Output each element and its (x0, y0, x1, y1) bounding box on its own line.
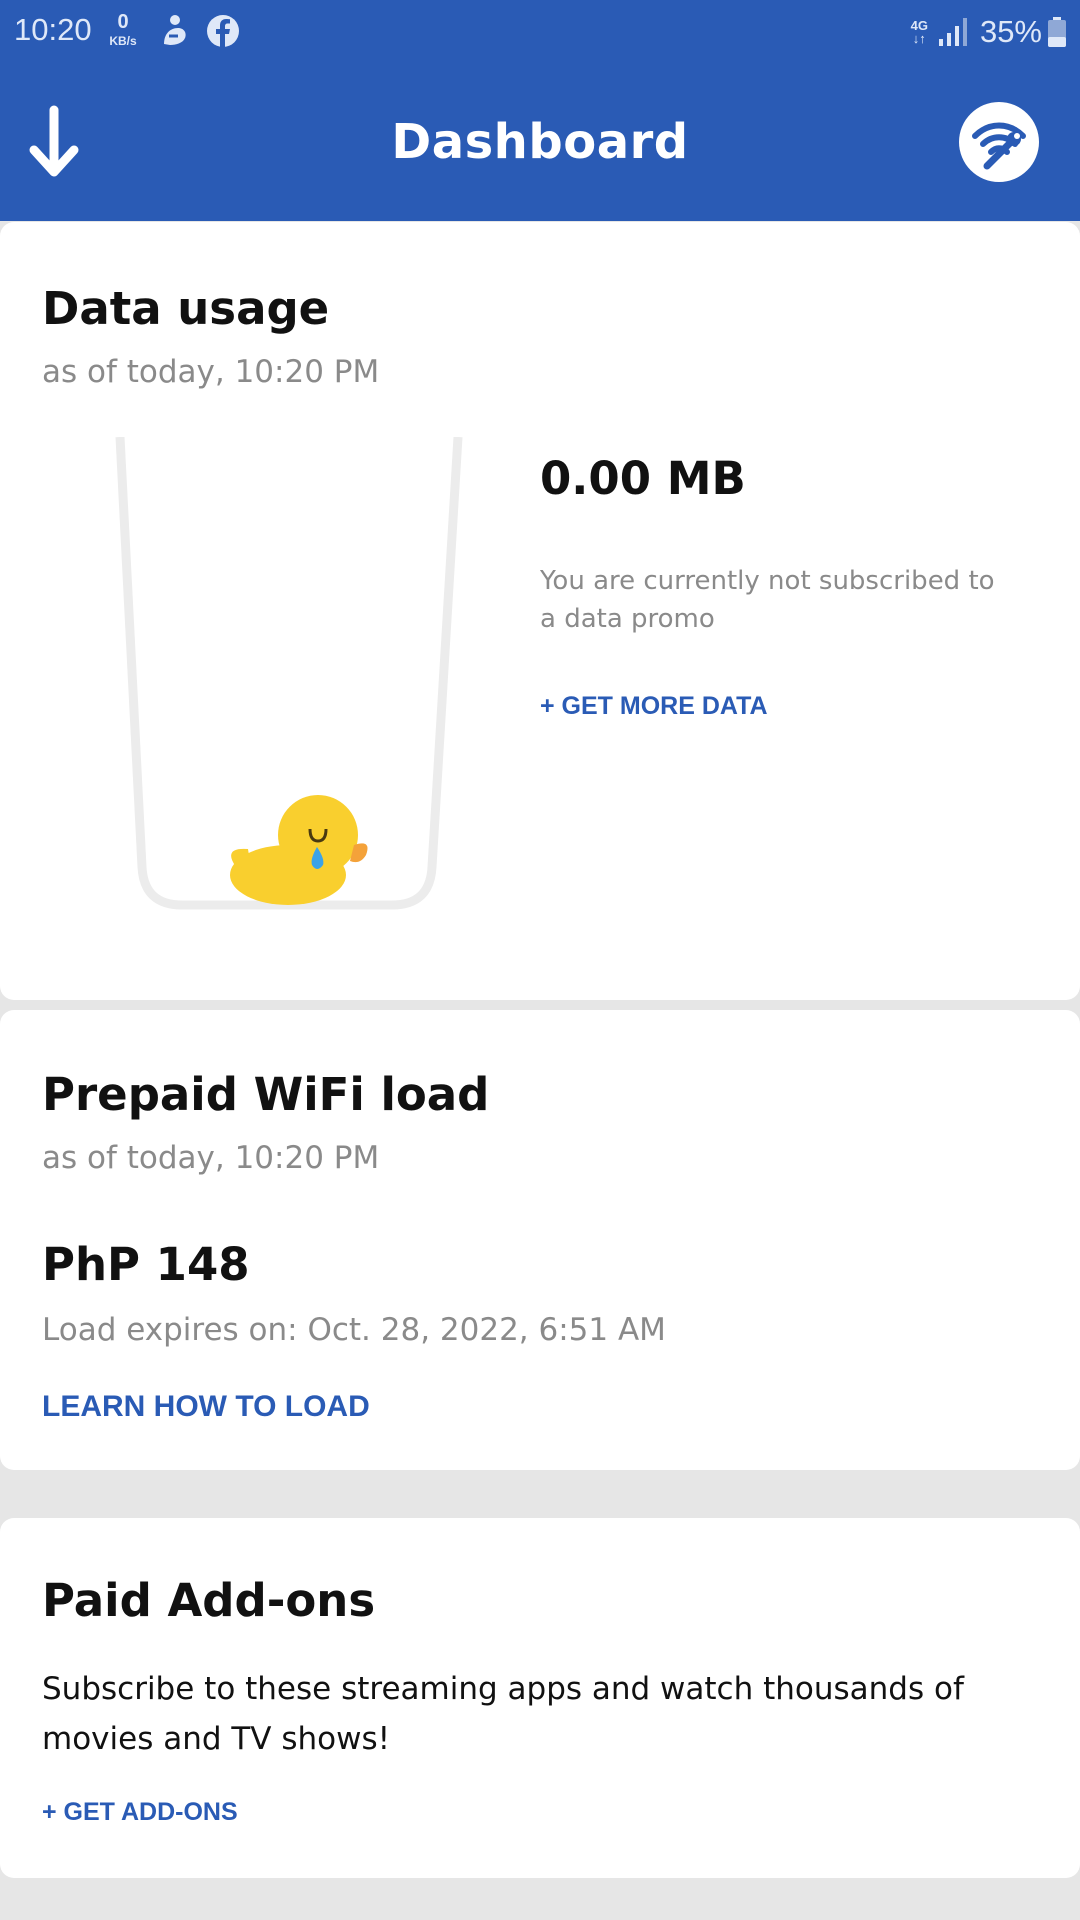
data-arrows-icon: 4G ↓↑ (910, 18, 928, 46)
app-bar: Dashboard (0, 66, 1080, 221)
data-promo-note: You are currently not subscribed to a da… (540, 566, 995, 634)
paid-addons-description: Subscribe to these streaming apps and wa… (42, 1671, 964, 1757)
net-speed-unit: KB/s (109, 34, 137, 48)
get-addons-link[interactable]: + GET ADD-ONS (42, 1798, 238, 1827)
paid-addons-card: Paid Add-ons Subscribe to these streamin… (0, 1518, 1080, 1878)
page-title: Dashboard (391, 114, 689, 170)
data-cup-graphic (115, 437, 463, 910)
prepaid-load-title: Prepaid WiFi load (42, 1068, 490, 1121)
prepaid-load-card: Prepaid WiFi load as of today, 10:20 PM … (0, 1010, 1080, 1470)
learn-how-to-load-link[interactable]: LEARN HOW TO LOAD (42, 1390, 370, 1424)
prepaid-load-timestamp: as of today, 10:20 PM (42, 1140, 380, 1176)
get-more-data-link[interactable]: + GET MORE DATA (540, 692, 768, 721)
data-usage-title: Data usage (42, 282, 330, 335)
status-time: 10:20 (14, 12, 92, 47)
wifi-settings-button[interactable] (959, 102, 1039, 182)
data-usage-card: Data usage as of today, 10:20 PM 0.00 MB… (0, 222, 1080, 1000)
status-bar: 10:20 0 KB/s 4G ↓↑ 35% (0, 0, 1080, 66)
paid-addons-title: Paid Add-ons (42, 1574, 376, 1627)
net-speed-value: 0 (117, 11, 129, 33)
battery-percent: 35% (979, 14, 1042, 49)
data-amount: 0.00 MB (540, 452, 746, 505)
sad-duck-icon (230, 795, 368, 905)
signal-icon (938, 18, 967, 46)
data-usage-timestamp: as of today, 10:20 PM (42, 354, 380, 390)
load-balance: PhP 148 (42, 1238, 250, 1291)
net-speed: 0 KB/s (106, 12, 140, 47)
battery-icon (1048, 17, 1066, 47)
load-expiry: Load expires on: Oct. 28, 2022, 6:51 AM (42, 1312, 666, 1348)
notification-icon (158, 14, 190, 53)
facebook-icon (206, 14, 240, 53)
wifi-wrench-icon (972, 122, 1026, 170)
